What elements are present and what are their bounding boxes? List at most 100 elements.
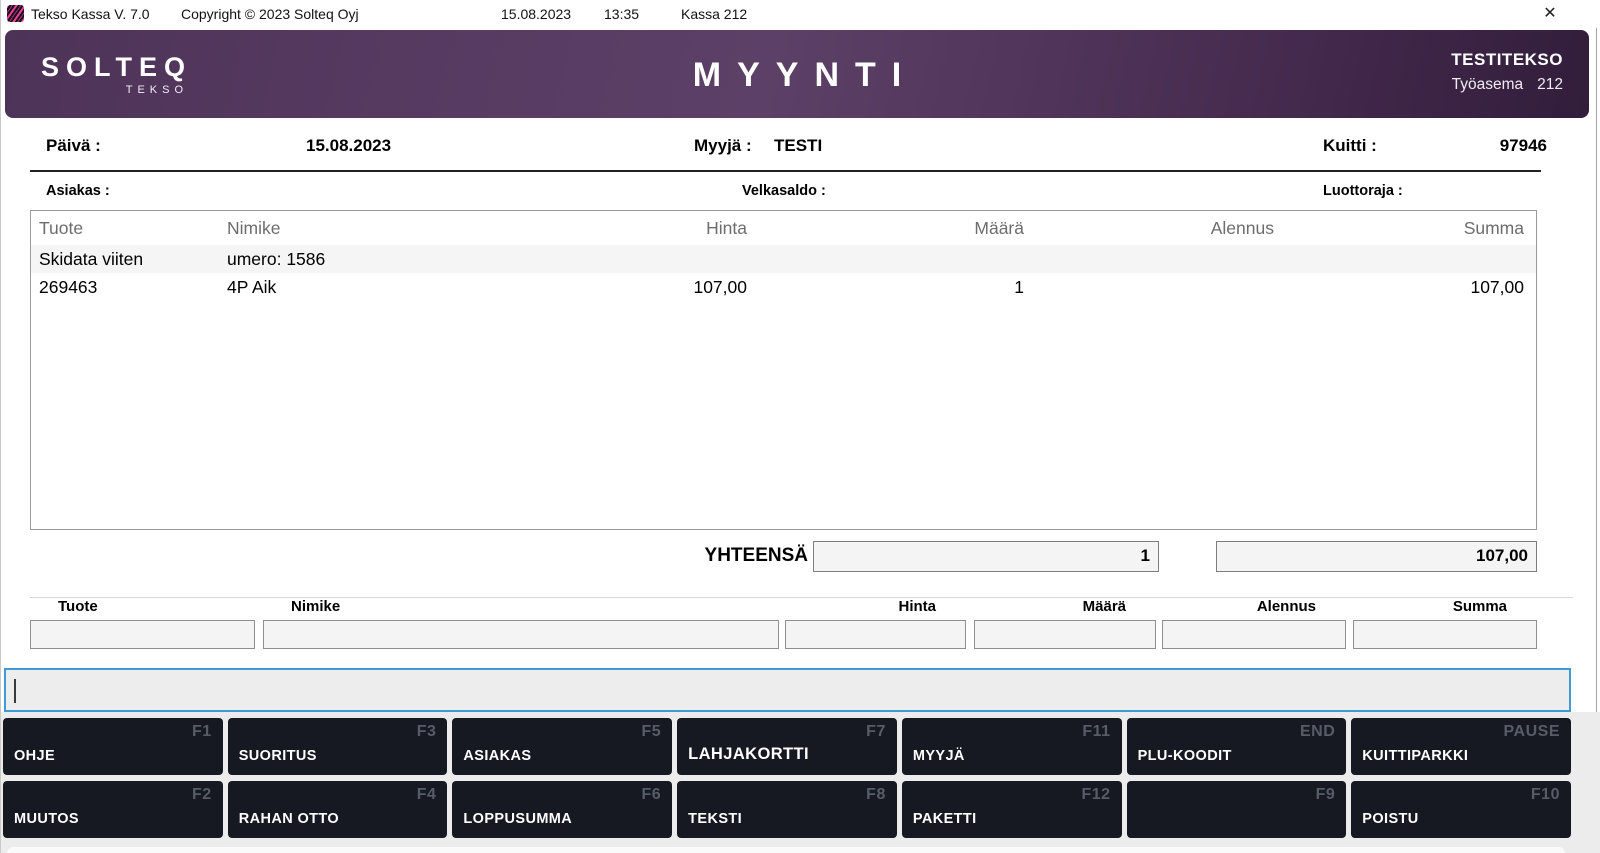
function-key-row-1: OHJE F1 SUORITUS F3 ASIAKAS F5 LAHJAKORT… <box>3 718 1571 775</box>
f9-button[interactable]: F9 <box>1127 781 1347 838</box>
close-icon[interactable]: ✕ <box>1539 3 1561 25</box>
button-keycap: F7 <box>866 723 886 741</box>
button-keycap: F11 <box>1082 723 1110 741</box>
button-keycap: F8 <box>866 786 886 804</box>
button-label: LOPPUSUMMA <box>463 811 572 827</box>
workstation-label: Työasema <box>1452 76 1524 93</box>
button-keycap: F2 <box>192 786 212 804</box>
col-header-hinta: Hinta <box>551 218 761 239</box>
loppusumma-button[interactable]: LOPPUSUMMA F6 <box>452 781 672 838</box>
entry-label-tuote: Tuote <box>58 598 98 615</box>
pos-window: Tekso Kassa V. 7.0 Copyright © 2023 Solt… <box>0 0 1600 853</box>
button-keycap: PAUSE <box>1504 723 1560 741</box>
muutos-button[interactable]: MUUTOS F2 <box>3 781 223 838</box>
button-label: RAHAN OTTO <box>239 811 339 827</box>
button-label: OHJE <box>14 748 55 764</box>
titlebar-date: 15.08.2023 <box>501 6 571 22</box>
titlebar-time: 13:35 <box>604 6 639 22</box>
tuote-field[interactable] <box>30 620 255 649</box>
table-row[interactable]: 269463 4P Aik 107,00 1 107,00 <box>31 273 1536 301</box>
cell-hinta: 107,00 <box>551 277 761 298</box>
store-info: TESTITEKSO Työasema 212 <box>1451 50 1563 94</box>
button-label: LAHJAKORTTI <box>688 745 809 764</box>
function-key-row-2: MUUTOS F2 RAHAN OTTO F4 LOPPUSUMMA F6 TE… <box>3 781 1571 838</box>
titlebar-register: Kassa 212 <box>681 6 747 22</box>
col-header-nimike: Nimike <box>221 218 551 239</box>
brand-header: SOLTEQ TEKSO MYYNTI TESTITEKSO Työasema2… <box>5 30 1589 118</box>
hinta-field[interactable] <box>785 620 966 649</box>
button-keycap: F10 <box>1531 786 1560 804</box>
cell-tuote: Skidata viiten <box>31 249 221 270</box>
poistu-button[interactable]: POISTU F10 <box>1351 781 1571 838</box>
col-header-tuote: Tuote <box>31 218 221 239</box>
total-sum-box: 107,00 <box>1216 541 1537 572</box>
plu-koodit-button[interactable]: PLU-KOODIT END <box>1127 718 1347 775</box>
cell-nimike: umero: 1586 <box>221 249 551 270</box>
seller-value: TESTI <box>774 136 822 156</box>
store-name: TESTITEKSO <box>1451 50 1563 70</box>
workstation-number: 212 <box>1537 76 1563 93</box>
col-header-summa: Summa <box>1286 218 1536 239</box>
button-label: MYYJÄ <box>913 748 965 764</box>
text-caret <box>14 679 16 703</box>
debt-label: Velkasaldo : <box>742 183 826 199</box>
next-row-hint <box>7 847 1565 853</box>
button-label: TEKSTI <box>688 811 742 827</box>
table-row[interactable]: Skidata viiten umero: 1586 <box>31 245 1536 273</box>
date-value: 15.08.2023 <box>306 136 391 156</box>
button-keycap: F1 <box>192 723 212 741</box>
suoritus-button[interactable]: SUORITUS F3 <box>228 718 448 775</box>
nimike-field[interactable] <box>263 620 779 649</box>
cell-maara: 1 <box>761 277 1036 298</box>
col-header-alennus: Alennus <box>1036 218 1286 239</box>
app-title: Tekso Kassa V. 7.0 <box>31 6 150 22</box>
asiakas-button[interactable]: ASIAKAS F5 <box>452 718 672 775</box>
kuittiparkki-button[interactable]: KUITTIPARKKI PAUSE <box>1351 718 1571 775</box>
items-table: Tuote Nimike Hinta Määrä Alennus Summa S… <box>30 210 1537 530</box>
credit-label: Luottoraja : <box>1323 183 1403 199</box>
button-label: MUUTOS <box>14 811 79 827</box>
paketti-button[interactable]: PAKETTI F12 <box>902 781 1122 838</box>
button-keycap: F9 <box>1316 786 1336 804</box>
page-title: MYYNTI <box>5 56 1589 95</box>
entry-label-maara: Määrä <box>974 598 1156 615</box>
seller-label: Myyjä : <box>694 136 752 156</box>
workstation-info: Työasema 212 <box>1451 76 1563 94</box>
items-table-header: Tuote Nimike Hinta Määrä Alennus Summa <box>31 211 1536 245</box>
titlebar: Tekso Kassa V. 7.0 Copyright © 2023 Solt… <box>1 0 1600 28</box>
divider <box>30 170 1541 172</box>
entry-label-summa: Summa <box>1353 598 1537 615</box>
copyright-text: Copyright © 2023 Solteq Oyj <box>181 6 359 22</box>
button-label: ASIAKAS <box>463 748 531 764</box>
customer-label: Asiakas : <box>46 183 110 199</box>
button-label: SUORITUS <box>239 748 317 764</box>
lahjakortti-button[interactable]: LAHJAKORTTI F7 <box>677 718 897 775</box>
button-keycap: F6 <box>641 786 661 804</box>
ohje-button[interactable]: OHJE F1 <box>3 718 223 775</box>
rahan-otto-button[interactable]: RAHAN OTTO F4 <box>228 781 448 838</box>
app-icon <box>7 5 24 22</box>
col-header-maara: Määrä <box>761 218 1036 239</box>
entry-label-alennus: Alennus <box>1162 598 1346 615</box>
button-keycap: END <box>1300 723 1335 741</box>
button-keycap: F3 <box>417 723 437 741</box>
button-label: PLU-KOODIT <box>1138 748 1232 764</box>
date-label: Päivä : <box>46 136 101 156</box>
maara-field[interactable] <box>974 620 1156 649</box>
total-quantity-box: 1 <box>813 541 1159 572</box>
entry-label-nimike: Nimike <box>291 598 340 615</box>
cell-summa: 107,00 <box>1286 277 1536 298</box>
teksti-button[interactable]: TEKSTI F8 <box>677 781 897 838</box>
command-input[interactable] <box>4 668 1571 712</box>
cell-nimike: 4P Aik <box>221 277 551 298</box>
alennus-field[interactable] <box>1162 620 1346 649</box>
totals-label: YHTEENSÄ <box>601 545 808 567</box>
myyja-button[interactable]: MYYJÄ F11 <box>902 718 1122 775</box>
button-keycap: F4 <box>417 786 437 804</box>
button-keycap: F12 <box>1081 786 1110 804</box>
cell-tuote: 269463 <box>31 277 221 298</box>
button-label: KUITTIPARKKI <box>1362 748 1468 764</box>
entry-label-hinta: Hinta <box>785 598 966 615</box>
button-label: POISTU <box>1362 811 1418 827</box>
summa-field[interactable] <box>1353 620 1537 649</box>
